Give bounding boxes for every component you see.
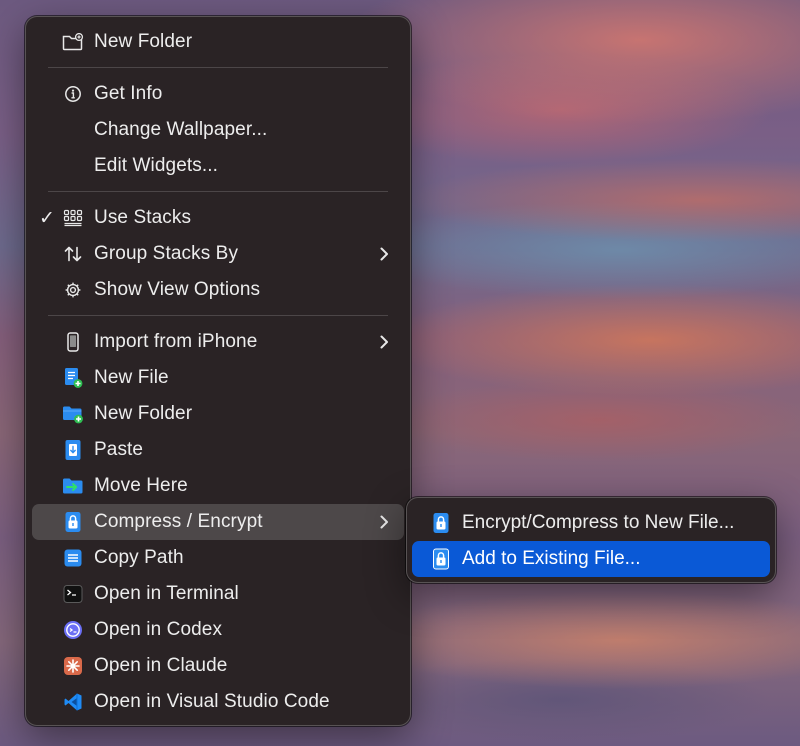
separator (48, 315, 388, 316)
submenu-item-label: Encrypt/Compress to New File... (462, 512, 735, 533)
menu-item-use-stacks[interactable]: ✓ Use Stacks (32, 200, 404, 236)
menu-item-label: Open in Visual Studio Code (94, 691, 330, 712)
menu-item-open-in-codex[interactable]: Open in Codex (32, 612, 404, 648)
menu-item-label: New Folder (94, 31, 193, 52)
iphone-icon (62, 331, 84, 353)
menu-item-open-in-terminal[interactable]: Open in Terminal (32, 576, 404, 612)
submenu-item-encrypt-compress-new-file[interactable]: Encrypt/Compress to New File... (412, 505, 770, 541)
lock-archive-icon (430, 548, 452, 570)
menu-item-get-info[interactable]: Get Info (32, 76, 404, 112)
vscode-icon (62, 691, 84, 713)
menu-item-change-wallpaper[interactable]: Change Wallpaper... (32, 112, 404, 148)
sort-arrows-icon (62, 243, 84, 265)
new-file-icon (62, 367, 84, 389)
menu-item-label: Get Info (94, 83, 163, 104)
menu-item-label: New Folder (94, 403, 193, 424)
menu-item-group-stacks-by[interactable]: Group Stacks By (32, 236, 404, 272)
menu-item-label: Show View Options (94, 279, 261, 300)
menu-item-copy-path[interactable]: Copy Path (32, 540, 404, 576)
lock-archive-icon (430, 512, 452, 534)
menu-item-move-here[interactable]: Move Here (32, 468, 404, 504)
menu-item-show-view-options[interactable]: Show View Options (32, 272, 404, 308)
separator (48, 191, 388, 192)
claude-icon (62, 655, 84, 677)
menu-item-label: Use Stacks (94, 207, 192, 228)
compress-encrypt-submenu: Encrypt/Compress to New File... Add to E… (406, 497, 776, 583)
codex-icon (62, 619, 84, 641)
menu-item-label: Change Wallpaper... (94, 119, 268, 140)
menu-item-new-file[interactable]: New File (32, 360, 404, 396)
submenu-item-add-to-existing-file[interactable]: Add to Existing File... (412, 541, 770, 577)
menu-item-label: Open in Terminal (94, 583, 239, 604)
menu-item-label: Copy Path (94, 547, 184, 568)
menu-item-open-in-claude[interactable]: Open in Claude (32, 648, 404, 684)
menu-item-new-folder[interactable]: New Folder (32, 396, 404, 432)
chevron-right-icon (376, 512, 392, 532)
submenu-item-label: Add to Existing File... (462, 548, 641, 569)
terminal-icon (62, 583, 84, 605)
menu-item-edit-widgets[interactable]: Edit Widgets... (32, 148, 404, 184)
menu-item-label: Open in Claude (94, 655, 228, 676)
chevron-right-icon (376, 332, 392, 352)
copy-path-icon (62, 547, 84, 569)
menu-item-label: Group Stacks By (94, 243, 239, 264)
menu-item-compress-encrypt[interactable]: Compress / Encrypt (32, 504, 404, 540)
menu-item-label: New File (94, 367, 169, 388)
menu-item-label: Open in Codex (94, 619, 223, 640)
menu-item-label: Move Here (94, 475, 188, 496)
stacks-grid-icon (62, 207, 84, 229)
chevron-right-icon (376, 244, 392, 264)
menu-item-import-from-iphone[interactable]: Import from iPhone (32, 324, 404, 360)
menu-item-label: Paste (94, 439, 144, 460)
menu-item-label: Import from iPhone (94, 331, 258, 352)
separator (48, 67, 388, 68)
menu-item-label: Edit Widgets... (94, 155, 218, 176)
info-circle-icon (62, 83, 84, 105)
context-menu: New Folder Get Info Change Wallpaper... … (25, 16, 411, 726)
checkmark-icon: ✓ (38, 207, 56, 229)
menu-item-open-in-vscode[interactable]: Open in Visual Studio Code (32, 684, 404, 720)
menu-item-label: Compress / Encrypt (94, 511, 263, 532)
move-here-icon (62, 475, 84, 497)
gear-icon (62, 279, 84, 301)
menu-item-new-folder-top[interactable]: New Folder (32, 24, 404, 60)
folder-badge-plus-icon (62, 31, 84, 53)
new-folder-icon (62, 403, 84, 425)
lock-archive-icon (62, 511, 84, 533)
menu-item-paste[interactable]: Paste (32, 432, 404, 468)
paste-icon (62, 439, 84, 461)
